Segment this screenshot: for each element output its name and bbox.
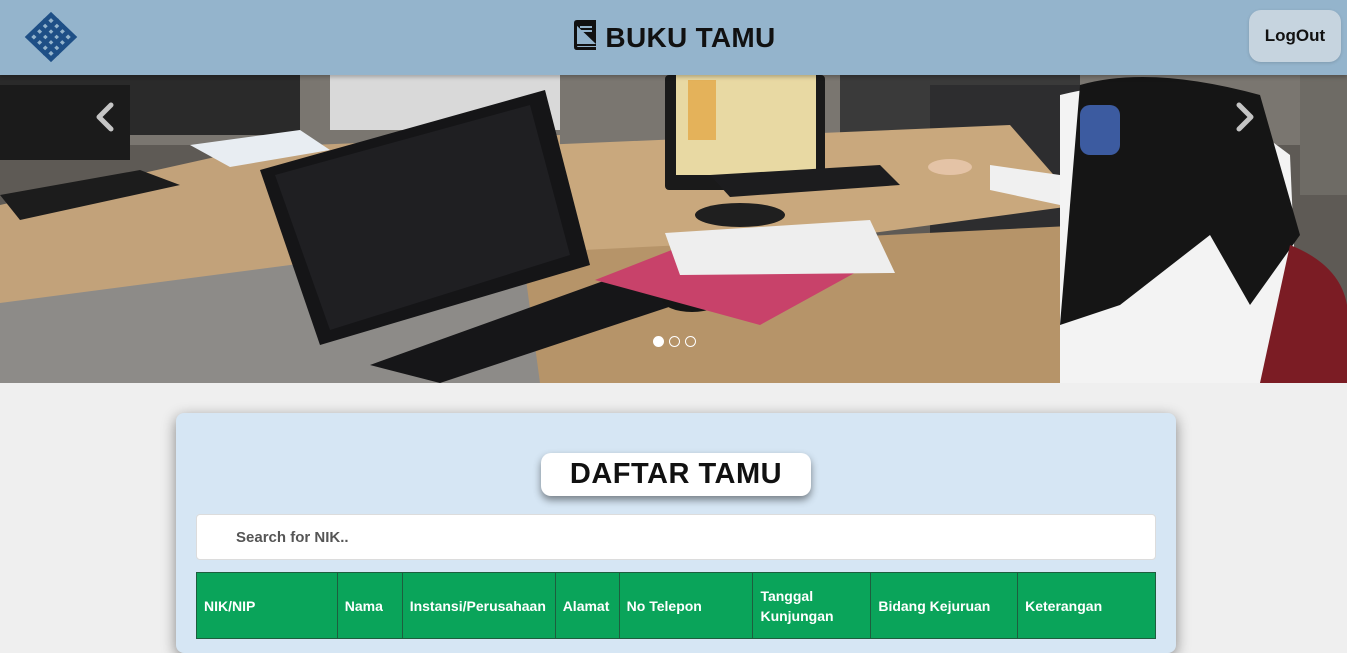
column-header-nama[interactable]: Nama [336, 572, 403, 639]
column-header-alamat[interactable]: Alamat [554, 572, 620, 639]
carousel-prev-button[interactable] [84, 97, 124, 137]
logout-button[interactable]: LogOut [1249, 10, 1341, 62]
book-icon [574, 19, 597, 50]
column-header-nik[interactable]: NIK/NIP [196, 572, 338, 639]
column-header-instansi[interactable]: Instansi/Perusahaan [401, 572, 556, 639]
carousel-indicators [653, 336, 696, 347]
page-header-title: BUKU TAMU [0, 0, 1347, 75]
column-header-keterangan[interactable]: Keterangan [1017, 572, 1156, 639]
table-header-row: NIK/NIP Nama Instansi/Perusahaan Alamat … [196, 572, 1156, 639]
guest-list-card: DAFTAR TAMU NIK/NIP Nama Instansi/Perusa… [176, 413, 1176, 653]
carousel-indicator-2[interactable] [669, 336, 680, 347]
guest-table: NIK/NIP Nama Instansi/Perusahaan Alamat … [196, 572, 1156, 639]
column-header-tanggal[interactable]: Tanggal Kunjungan [752, 572, 872, 639]
top-header: BUKU TAMU LogOut [0, 0, 1347, 75]
search-nik-input[interactable] [196, 514, 1156, 560]
chevron-right-icon [1236, 102, 1254, 132]
app-title: BUKU TAMU [605, 21, 776, 53]
carousel-indicator-3[interactable] [685, 336, 696, 347]
image-carousel [0, 75, 1347, 383]
carousel-next-button[interactable] [1226, 97, 1266, 137]
column-header-bidang[interactable]: Bidang Kejuruan [870, 572, 1019, 639]
carousel-indicator-1[interactable] [653, 336, 664, 347]
kemnaker-logo-icon[interactable] [24, 11, 78, 63]
column-header-telepon[interactable]: No Telepon [618, 572, 754, 639]
chevron-left-icon [96, 102, 114, 132]
guest-list-title: DAFTAR TAMU [541, 453, 811, 496]
